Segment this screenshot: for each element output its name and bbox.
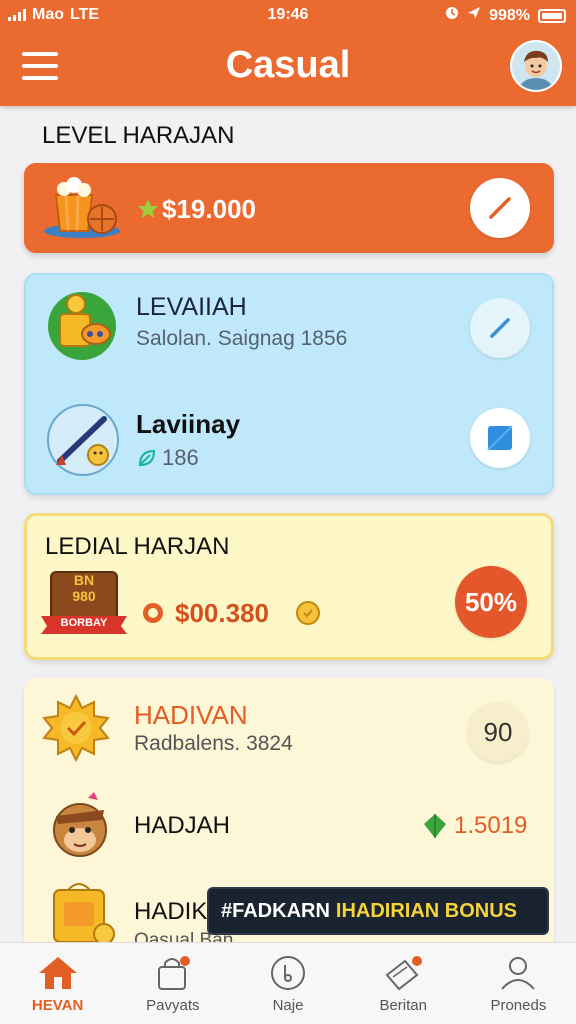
discount-badge[interactable]: 50% xyxy=(455,566,527,638)
reward2-value: 1.5019 xyxy=(454,812,528,839)
reward2-title: HADJAH xyxy=(134,812,231,839)
gold-coin-icon xyxy=(295,600,321,631)
square-icon xyxy=(487,425,513,451)
status-bar: Mao LTE 19:46 998% xyxy=(0,0,576,30)
sun-badge-icon xyxy=(42,693,110,767)
info-row1-title: LEVAIIAH xyxy=(136,293,247,321)
banner-sign-icon: BN 980 BORBAY xyxy=(41,568,127,638)
pencil-icon xyxy=(490,318,510,338)
nav-offers[interactable]: Beritan xyxy=(346,943,461,1024)
leaf-icon xyxy=(136,447,158,474)
green-gem-icon xyxy=(422,812,448,845)
toast-text-yellow: IHADIRIAN BONUS xyxy=(335,899,518,922)
coin-icon xyxy=(141,601,165,630)
info-row2-value: 186 xyxy=(162,445,199,470)
tile-button[interactable] xyxy=(470,408,530,468)
section-title: LEVEL HARAJAN xyxy=(42,122,235,149)
bonus-toast[interactable]: #FADKARN IHADIRIAN BONUS xyxy=(207,887,549,935)
nav-play-label: Naje xyxy=(272,997,304,1014)
app-bar: Casual xyxy=(0,30,576,106)
avatar[interactable] xyxy=(510,40,562,92)
home-icon xyxy=(38,957,77,989)
edit-row1-button[interactable] xyxy=(470,298,530,358)
pencil-icon xyxy=(488,197,511,220)
star-icon xyxy=(136,197,160,226)
banner-line1: BN xyxy=(73,572,95,588)
alarm-icon xyxy=(445,6,459,25)
reward1-subtitle: Radbalens. 3824 xyxy=(134,732,293,755)
ticket-icon xyxy=(385,956,423,991)
reward1-value-text: 90 xyxy=(483,716,513,747)
daily-title: LEDIAL HARJAN xyxy=(45,533,230,560)
balance-amount: $19.000 xyxy=(162,194,256,224)
nav-home-label: HEVAN xyxy=(31,997,84,1014)
page-title: Casual xyxy=(225,44,351,86)
nav-play[interactable]: Naje xyxy=(230,943,345,1024)
person-icon xyxy=(501,957,536,990)
daily-card[interactable]: LEDIAL HARJAN BN 980 BORBAY $00.380 50% xyxy=(24,513,554,660)
reward1-value: 90 xyxy=(468,702,528,762)
reward1-title: HADIVAN xyxy=(134,700,248,730)
monkey-icon xyxy=(48,790,112,867)
nav-profile[interactable]: Proneds xyxy=(461,943,576,1024)
nav-home[interactable]: HEVAN xyxy=(0,943,115,1024)
info-row1-subtitle: Salolan. Saignag 1856 xyxy=(136,327,348,350)
edit-button[interactable] xyxy=(470,178,530,238)
info-card: LEVAIIAH Salolan. Saignag 1856 Laviinay … xyxy=(24,273,554,495)
nav-payments-label: Pavyats xyxy=(146,997,200,1014)
bag-icon xyxy=(157,956,190,990)
music-icon xyxy=(271,956,305,990)
info-row2-title: Laviinay xyxy=(136,409,241,439)
toast-text-white: #FADKARN xyxy=(221,899,330,922)
paintbrush-icon xyxy=(46,403,120,482)
coin-jar-icon xyxy=(46,290,118,367)
discount-value: 50% xyxy=(464,586,518,617)
daily-amount: $00.380 xyxy=(175,598,269,628)
battery-icon xyxy=(538,8,566,23)
nav-profile-label: Proneds xyxy=(490,997,547,1014)
balance-card[interactable]: $19.000 xyxy=(24,163,554,253)
location-icon xyxy=(467,6,481,25)
popcorn-box-icon xyxy=(42,173,122,244)
banner-line2: 980 xyxy=(72,588,96,604)
battery-percent: 998% xyxy=(489,6,530,24)
bottom-nav: HEVAN Pavyats Naje Beritan Proneds xyxy=(0,942,576,1024)
nav-payments[interactable]: Pavyats xyxy=(115,943,230,1024)
reward3-title: HADIK xyxy=(134,898,208,925)
nav-offers-label: Beritan xyxy=(379,997,427,1014)
banner-line3: BORBAY xyxy=(60,617,108,629)
